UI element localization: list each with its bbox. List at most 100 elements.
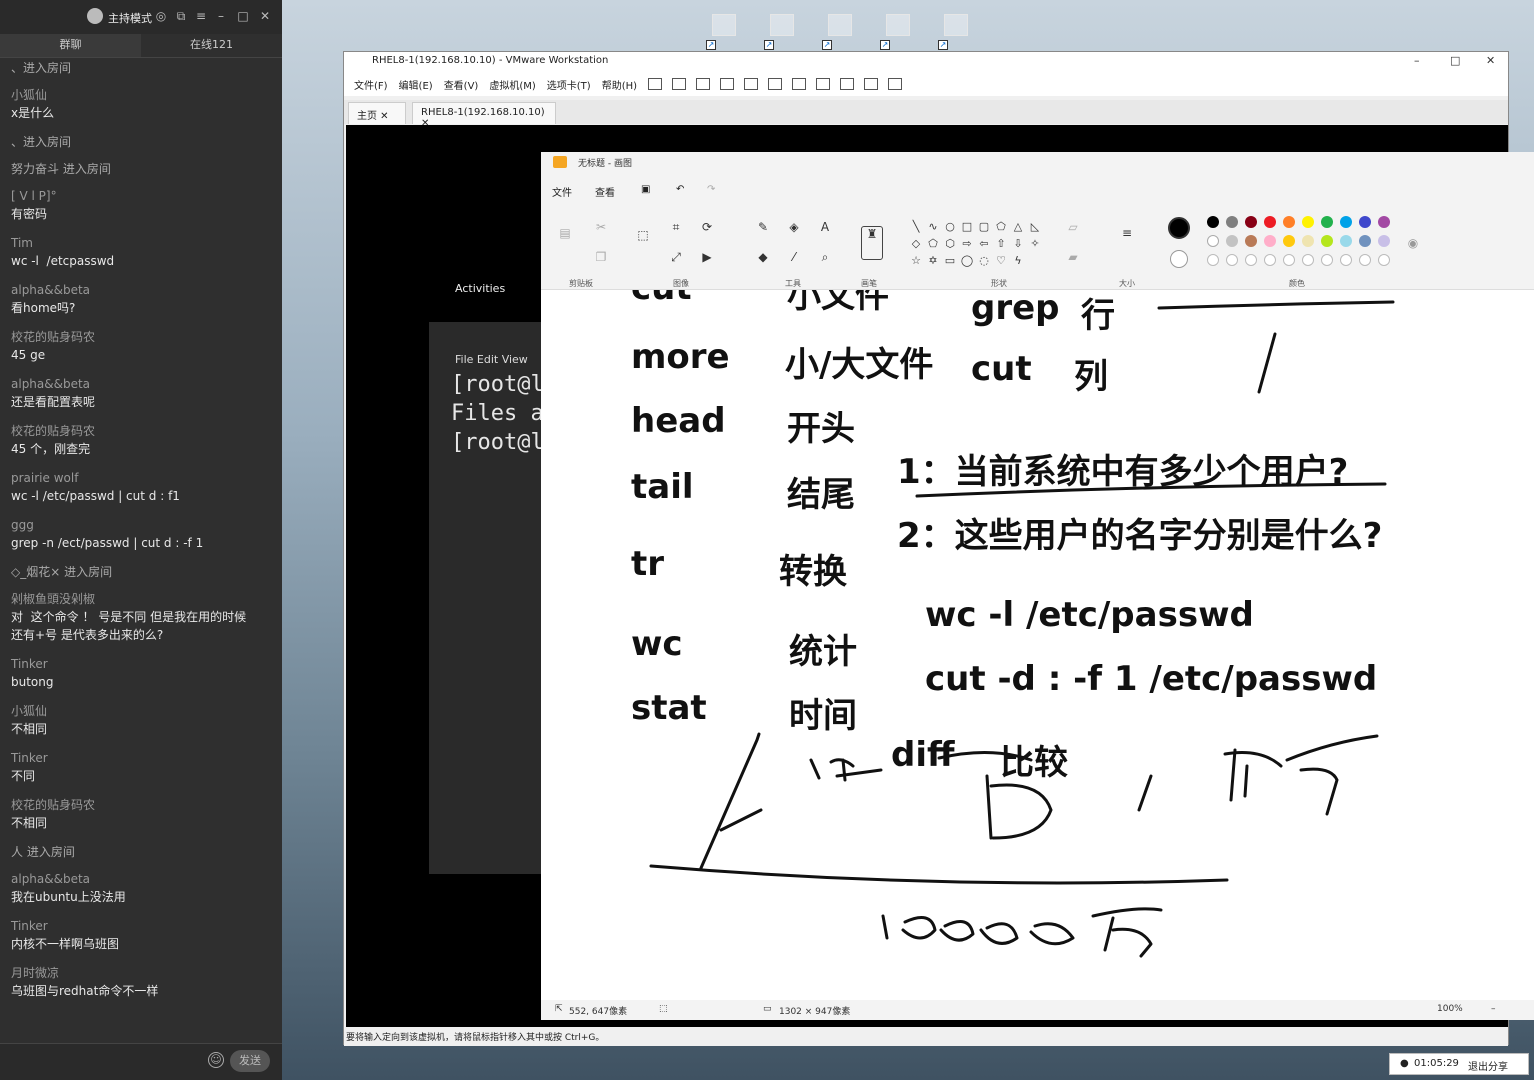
minimize-icon[interactable]: –: [1414, 54, 1420, 67]
palette-color[interactable]: [1359, 235, 1371, 247]
rectangle-shape-icon[interactable]: □: [960, 220, 974, 233]
custom-color-slot[interactable]: [1378, 254, 1390, 266]
save-icon[interactable]: ▣: [641, 184, 650, 195]
palette-color[interactable]: [1264, 235, 1276, 247]
custom-color-slot[interactable]: [1340, 254, 1352, 266]
eraser-icon[interactable]: ◆: [755, 250, 771, 266]
palette-color[interactable]: [1321, 235, 1333, 247]
zoom-level[interactable]: 100%: [1437, 1004, 1463, 1014]
crop-icon[interactable]: ⌗: [668, 220, 684, 236]
rounded-rect-shape-icon[interactable]: ▢: [977, 220, 991, 233]
right-triangle-shape-icon[interactable]: ◺: [1028, 220, 1042, 233]
tab-online[interactable]: 在线121: [141, 34, 282, 57]
heart-shape-icon[interactable]: ♡: [994, 254, 1008, 267]
oval-shape-icon[interactable]: ○: [943, 220, 957, 233]
palette-color[interactable]: [1264, 216, 1276, 228]
star5-shape-icon[interactable]: ☆: [909, 254, 923, 267]
up-arrow-shape-icon[interactable]: ⇧: [994, 237, 1008, 250]
tab-vm[interactable]: RHEL8-1(192.168.10.10) ✕: [412, 102, 556, 129]
desktop-shortcut[interactable]: ↗: [822, 14, 858, 50]
rotate-icon[interactable]: ⟳: [699, 220, 715, 236]
triangle-shape-icon[interactable]: △: [1011, 220, 1025, 233]
desktop-shortcut[interactable]: ↗: [880, 14, 916, 50]
callout-oval-shape-icon[interactable]: ◯: [960, 254, 974, 267]
manage-snapshots-icon[interactable]: [744, 78, 759, 90]
message-list[interactable]: 、进入房间 小狐仙 x是什么 、进入房间 努力奋斗 进入房间[ V l P]° 有密码 Ti…: [0, 58, 282, 1043]
polygon-shape-icon[interactable]: ⬠: [994, 220, 1008, 233]
palette-color[interactable]: [1226, 235, 1238, 247]
menu-view[interactable]: 查看(V): [444, 77, 479, 92]
color2-swatch[interactable]: [1170, 250, 1188, 268]
custom-color-slot[interactable]: [1226, 254, 1238, 266]
lightning-shape-icon[interactable]: ϟ: [1011, 254, 1025, 267]
menu-help[interactable]: 帮助(H): [602, 77, 637, 92]
sidebar-icon[interactable]: [768, 78, 783, 90]
fill-style-icon[interactable]: ▰: [1065, 250, 1081, 266]
palette-color[interactable]: [1340, 216, 1352, 228]
size-icon[interactable]: ≡: [1119, 226, 1135, 242]
palette-color[interactable]: [1207, 216, 1219, 228]
snapshot-icon[interactable]: [696, 78, 711, 90]
outline-icon[interactable]: ▱: [1065, 220, 1081, 236]
custom-color-slot[interactable]: [1264, 254, 1276, 266]
custom-color-slot[interactable]: [1321, 254, 1333, 266]
desktop-shortcut[interactable]: ↗: [706, 14, 742, 50]
maximize-icon[interactable]: □: [236, 9, 250, 23]
diamond-shape-icon[interactable]: ◇: [909, 237, 923, 250]
star4-shape-icon[interactable]: ✧: [1028, 237, 1042, 250]
palette-color[interactable]: [1207, 235, 1219, 247]
terminal-window[interactable]: File Edit View [root@l Files a [root@l: [429, 322, 549, 874]
tab-group-chat[interactable]: 群聊: [0, 34, 141, 57]
palette-color[interactable]: [1340, 235, 1352, 247]
magnifier-icon[interactable]: ⌕: [817, 250, 833, 266]
flip-icon[interactable]: ▶: [699, 250, 715, 266]
star6-shape-icon[interactable]: ✡: [926, 254, 940, 267]
custom-color-slot[interactable]: [1207, 254, 1219, 266]
down-arrow-shape-icon[interactable]: ⇩: [1011, 237, 1025, 250]
undo-icon[interactable]: ↶: [676, 184, 684, 195]
line-shape-icon[interactable]: ╲: [909, 220, 923, 233]
redo-icon[interactable]: ↷: [707, 184, 715, 195]
left-arrow-shape-icon[interactable]: ⇦: [977, 237, 991, 250]
minimize-icon[interactable]: –: [214, 9, 228, 23]
right-arrow-shape-icon[interactable]: ⇨: [960, 237, 974, 250]
pencil-icon[interactable]: ✎: [755, 220, 771, 236]
menu-file[interactable]: 文件(F): [354, 77, 388, 92]
cut-icon[interactable]: ✂: [593, 220, 609, 236]
menu-edit[interactable]: 编辑(E): [399, 77, 433, 92]
desktop-shortcut[interactable]: ↗: [764, 14, 800, 50]
console-icon[interactable]: [864, 78, 879, 90]
resize-icon[interactable]: ⤢: [668, 250, 684, 266]
curve-shape-icon[interactable]: ∿: [926, 220, 940, 233]
restore-snapshot-icon[interactable]: [720, 78, 735, 90]
palette-color[interactable]: [1226, 216, 1238, 228]
palette-color[interactable]: [1321, 216, 1333, 228]
brush-icon[interactable]: ♜: [861, 226, 883, 260]
popout-icon[interactable]: ⧉: [174, 9, 188, 23]
menu-vm[interactable]: 虚拟机(M): [489, 77, 535, 92]
settings-icon[interactable]: ◎: [154, 9, 168, 23]
send-button[interactable]: 发送: [230, 1050, 270, 1072]
menu-tabs[interactable]: 选项卡(T): [547, 77, 591, 92]
close-icon[interactable]: ✕: [258, 9, 272, 23]
palette-color[interactable]: [1378, 235, 1390, 247]
select-icon[interactable]: ⬚: [635, 228, 651, 244]
palette-color[interactable]: [1245, 216, 1257, 228]
stop-share-button[interactable]: 退出分享: [1468, 1058, 1508, 1073]
palette-color[interactable]: [1245, 235, 1257, 247]
zoom-out-icon[interactable]: –: [1491, 1004, 1496, 1014]
text-icon[interactable]: A: [817, 220, 833, 236]
hexagon-shape-icon[interactable]: ⬡: [943, 237, 957, 250]
palette-color[interactable]: [1302, 216, 1314, 228]
palette-color[interactable]: [1283, 216, 1295, 228]
pause-icon[interactable]: [648, 78, 663, 90]
close-icon[interactable]: ✕: [1486, 54, 1495, 67]
custom-color-slot[interactable]: [1245, 254, 1257, 266]
send-keys-icon[interactable]: [672, 78, 687, 90]
color1-swatch[interactable]: [1168, 217, 1190, 239]
pentagon-shape-icon[interactable]: ⬠: [926, 237, 940, 250]
callout-rect-shape-icon[interactable]: ▭: [943, 254, 957, 267]
smiley-icon[interactable]: ☺: [208, 1052, 224, 1068]
fill-icon[interactable]: ◈: [786, 220, 802, 236]
custom-color-slot[interactable]: [1283, 254, 1295, 266]
